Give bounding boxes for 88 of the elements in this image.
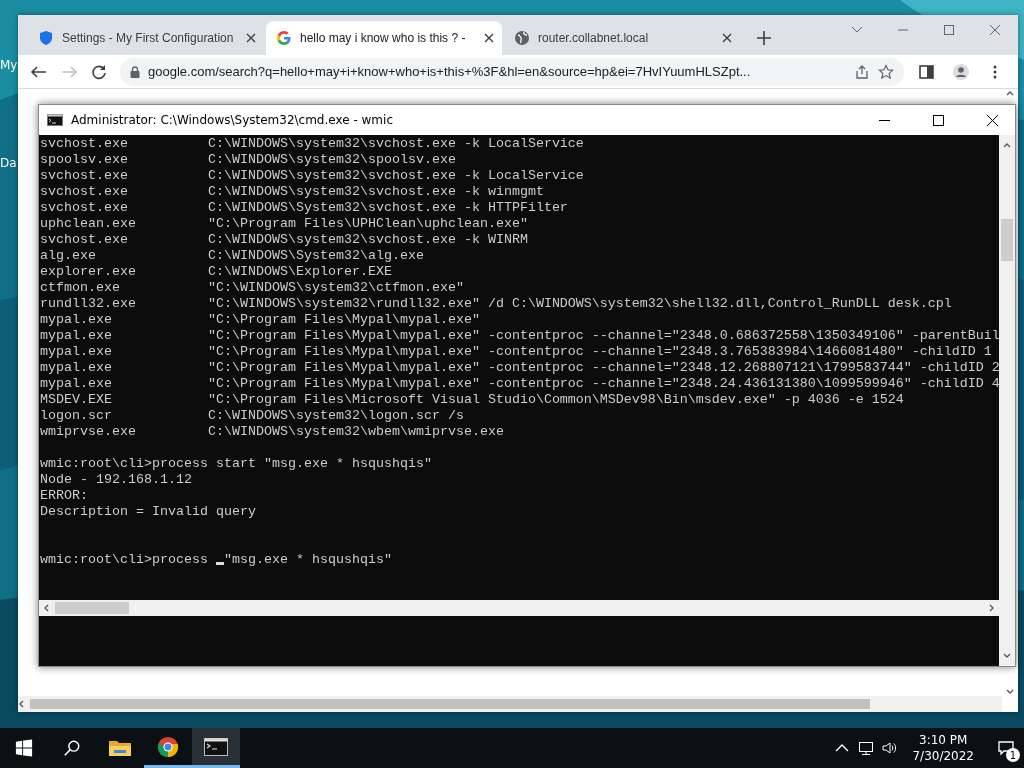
command-line: C:\WINDOWS\system32\spoolsv.exe: [207, 152, 456, 168]
process-name: mypal.exe: [40, 312, 112, 327]
browser-tab[interactable]: hello may i know who is this ? -: [266, 21, 502, 55]
command-line: C:\WINDOWS\System32\svchost.exe -k HTTPFilter: [207, 200, 568, 216]
command-line: C:\WINDOWS\system32\svchost.exe -k winmgmt: [207, 184, 544, 200]
google-icon: [276, 30, 292, 46]
scroll-up-icon[interactable]: [1003, 141, 1011, 149]
process-name: ctfmon.exe: [40, 280, 120, 295]
scroll-down-icon[interactable]: [1006, 688, 1014, 696]
close-icon[interactable]: [246, 33, 256, 43]
browser-tab[interactable]: router.collabnet.local: [504, 21, 740, 55]
scroll-down-icon[interactable]: [1003, 652, 1011, 660]
console-line: wmic:root\cli>process start "msg.exe * hsqushqis": [40, 456, 432, 471]
command-line: C:\WINDOWS\system32\wbem\wmiprvse.exe: [207, 424, 504, 440]
process-name: alg.exe: [40, 248, 96, 263]
scroll-thumb[interactable]: [55, 602, 129, 614]
chrome-icon: [156, 735, 180, 758]
desktop-icon-label[interactable]: My: [0, 58, 18, 72]
command-text: "msg.exe * hsqushqis": [223, 552, 392, 567]
process-name: svchost.exe: [40, 200, 128, 215]
share-icon[interactable]: [854, 63, 870, 80]
process-name: mypal.exe: [40, 376, 112, 391]
terminal-icon: [47, 114, 63, 126]
process-name: rundll32.exe: [40, 296, 136, 311]
terminal-icon: [204, 735, 228, 758]
taskbar-button[interactable]: [192, 728, 240, 768]
window-title: Administrator: C:\Windows\System32\cmd.exe - wmic: [71, 113, 394, 127]
address-bar[interactable]: google.com/search?q=hello+may+i+know+who+is+this+%3F&hl=en&source=hp&ei=7HvIYuumHLSZpt...: [120, 57, 904, 86]
command-line: C:\WINDOWS\system32\svchost.exe -k WINRM: [207, 232, 528, 248]
process-name: MSDEV.EXE: [40, 392, 112, 407]
command-line: "C:\WINDOWS\system32\rundll32.exe" /d C:\WINDOWS\system32\shell32.dll,Control_RunDLL desk.cpl: [207, 296, 952, 312]
process-name: svchost.exe: [40, 168, 128, 183]
command-line: "C:\Program Files\UPHClean\uphclean.exe": [207, 216, 528, 232]
process-name: explorer.exe: [40, 264, 136, 279]
desktop-icon-label[interactable]: Da: [0, 156, 17, 170]
star-icon[interactable]: [878, 63, 894, 80]
text-cursor: [215, 562, 224, 565]
horizontal-scrollbar[interactable]: [39, 600, 999, 616]
windows-start-icon: [15, 739, 33, 757]
command-line: C:\WINDOWS\Explorer.EXE: [207, 264, 392, 280]
process-name: mypal.exe: [40, 344, 112, 359]
command-line: C:\WINDOWS\System32\alg.exe: [207, 248, 424, 264]
scroll-up-icon[interactable]: [1006, 89, 1014, 97]
command-line: C:\WINDOWS\system32\svchost.exe -k LocalService: [207, 168, 584, 184]
horizontal-scrollbar[interactable]: [18, 696, 1002, 712]
process-name: uphclean.exe: [40, 216, 136, 231]
lock-icon[interactable]: [130, 65, 140, 78]
close-icon[interactable]: [484, 33, 494, 43]
command-line: "C:\Program Files\Mypal\mypal.exe" -contentproc --channel="2348.12.268807121\1799583744" -childID 2: [207, 360, 999, 376]
new-tab-icon[interactable]: [756, 30, 772, 46]
process-name: wmiprvse.exe: [40, 424, 136, 439]
scroll-thumb[interactable]: [1001, 219, 1013, 261]
process-name: mypal.exe: [40, 360, 112, 375]
process-name: logon.scr: [40, 408, 112, 423]
clock-date[interactable]: 7/30/2022: [912, 748, 974, 764]
command-line: C:\WINDOWS\system32\logon.scr /s: [207, 408, 464, 424]
browser-tab[interactable]: Settings - My First Configuration: [28, 21, 264, 55]
process-name: svchost.exe: [40, 232, 128, 247]
notification-button[interactable]: 1: [988, 728, 1024, 768]
maximize-icon[interactable]: [932, 114, 944, 126]
scroll-right-icon[interactable]: [987, 604, 995, 612]
command-line: "C:\Program Files\Mypal\mypal.exe" -contentproc --channel="2348.3.765383984\1466081480" -childID 1: [207, 344, 992, 360]
clock-time[interactable]: 3:10 PM: [919, 732, 968, 748]
network-icon[interactable]: [858, 740, 875, 756]
scroll-thumb[interactable]: [30, 699, 870, 709]
globe-icon: [514, 30, 530, 46]
console-prompt: wmic:root\cli>process: [40, 552, 209, 567]
console-line: Node - 192.168.1.12: [40, 472, 192, 487]
command-line: "C:\Program Files\Mypal\mypal.exe": [207, 312, 480, 328]
command-line: "C:\Program Files\Mypal\mypal.exe" -contentproc --channel="2348.24.436131380\1099599946" -childID 4: [207, 376, 999, 392]
close-icon[interactable]: [986, 114, 998, 126]
scroll-left-icon[interactable]: [18, 700, 26, 708]
shield-icon: [38, 30, 54, 46]
scroll-left-icon[interactable]: [43, 604, 51, 612]
command-line: "C:\WINDOWS\system32\ctfmon.exe": [207, 280, 464, 296]
command-line: "C:\Program Files\Microsoft Visual Studio\Common\MSDev98\Bin\msdev.exe" -p 4036 -e 1524: [207, 392, 904, 408]
process-name: mypal.exe: [40, 328, 112, 343]
search-icon: [63, 739, 81, 757]
process-name: spoolsv.exe: [40, 152, 128, 167]
process-name: svchost.exe: [40, 184, 128, 199]
console-line: ERROR:: [40, 488, 88, 503]
process-name: svchost.exe: [40, 136, 128, 151]
console-line: Description = Invalid query: [40, 504, 256, 519]
volume-icon[interactable]: [882, 740, 899, 756]
command-line: C:\WINDOWS\system32\svchost.exe -k LocalService: [207, 136, 584, 152]
close-icon[interactable]: [722, 33, 732, 43]
command-line: "C:\Program Files\Mypal\mypal.exe" -contentproc --channel="2348.0.686372558\1350349106" -parentBuil: [207, 328, 999, 344]
vertical-scrollbar[interactable]: [999, 135, 1015, 666]
